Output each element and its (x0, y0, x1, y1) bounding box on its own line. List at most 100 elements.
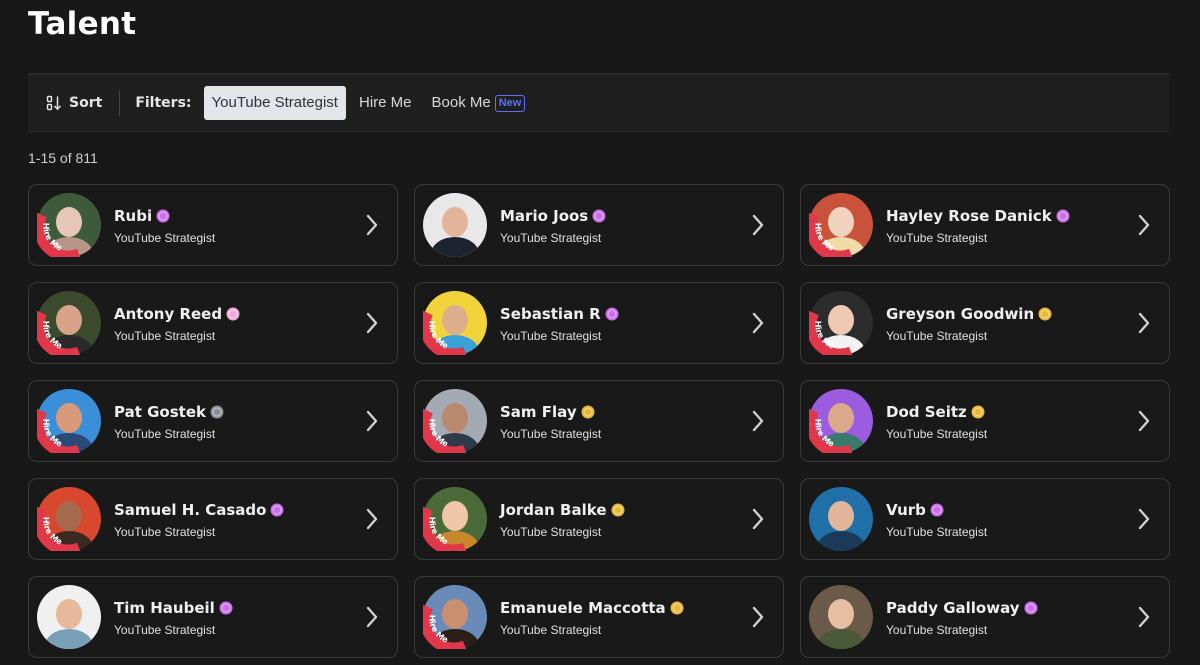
hire-me-ring: Hire Me (423, 506, 467, 551)
talent-role: YouTube Strategist (500, 329, 602, 343)
chevron-right-icon[interactable] (1137, 213, 1151, 237)
chevron-right-icon[interactable] (365, 409, 379, 433)
talent-name: Dod Seitz (886, 403, 967, 421)
sort-label: Sort (69, 95, 103, 111)
talent-card[interactable]: Paddy Galloway YouTube Strategist (800, 576, 1170, 658)
hire-me-ring: Hire Me (423, 310, 467, 355)
chevron-right-icon[interactable] (365, 311, 379, 335)
talent-name: Hayley Rose Danick (886, 207, 1052, 225)
chevron-right-icon[interactable] (365, 213, 379, 237)
hire-me-ring: Hire Me (37, 408, 81, 453)
talent-card[interactable]: Tim Haubeil YouTube Strategist (28, 576, 398, 658)
chevron-right-icon[interactable] (365, 605, 379, 629)
filters-label: Filters: (135, 95, 192, 111)
avatar: Hire Me (37, 389, 101, 453)
chevron-right-icon[interactable] (1137, 507, 1151, 531)
chevron-right-icon[interactable] (751, 605, 765, 629)
hire-me-ring: Hire Me (809, 310, 853, 355)
talent-card[interactable]: Hire Me Greyson Goodwin YouTube Strategi… (800, 282, 1170, 364)
verified-badge-icon (1038, 307, 1052, 321)
talent-name: Jordan Balke (500, 501, 607, 519)
talent-role: YouTube Strategist (886, 623, 988, 637)
talent-name: Mario Joos (500, 207, 589, 225)
chevron-right-icon[interactable] (751, 507, 765, 531)
talent-card[interactable]: Hire Me Jordan Balke YouTube Strategist (414, 478, 784, 560)
talent-role: YouTube Strategist (114, 231, 216, 245)
talent-role: YouTube Strategist (886, 329, 988, 343)
verified-badge-icon (219, 601, 233, 615)
hire-me-ring: Hire Me (423, 604, 467, 649)
avatar (423, 193, 487, 257)
verified-badge-icon (581, 405, 595, 419)
verified-badge-icon (971, 405, 985, 419)
filter-chip-book-me[interactable]: Book Me New (425, 86, 533, 120)
verified-badge-icon (930, 503, 944, 517)
talent-card[interactable]: Hire Me Dod Seitz YouTube Strategist (800, 380, 1170, 462)
talent-card[interactable]: Hire Me Sebastian R YouTube Strategist (414, 282, 784, 364)
verified-badge-icon (611, 503, 624, 517)
filter-chip-hire-me[interactable]: Hire Me (352, 86, 419, 120)
avatar (809, 487, 873, 551)
chevron-right-icon[interactable] (751, 213, 765, 237)
verified-badge-icon (605, 307, 619, 321)
talent-name: Samuel H. Casado (114, 501, 267, 519)
talent-name: Antony Reed (114, 305, 223, 323)
talent-card[interactable]: Hire Me Rubi YouTube Strategist (28, 184, 398, 266)
talent-card[interactable]: Hire Me Emanuele Maccotta YouTube Strate… (414, 576, 784, 658)
talent-card[interactable]: Mario Joos YouTube Strategist (414, 184, 784, 266)
chevron-right-icon[interactable] (1137, 409, 1151, 433)
talent-role: YouTube Strategist (500, 231, 602, 245)
talent-name: Vurb (886, 501, 926, 519)
verified-badge-icon (670, 601, 684, 615)
talent-role: YouTube Strategist (500, 623, 602, 637)
verified-badge-icon (210, 405, 224, 419)
avatar: Hire Me (809, 389, 873, 453)
talent-card[interactable]: Hire Me Pat Gostek YouTube Strategist (28, 380, 398, 462)
avatar: Hire Me (37, 193, 101, 257)
filter-chip-book-me-label: Book Me (431, 94, 491, 111)
talent-card[interactable]: Hire Me Hayley Rose Danick YouTube Strat… (800, 184, 1170, 266)
talent-name: Paddy Galloway (886, 599, 1020, 617)
talent-name: Tim Haubeil (114, 599, 215, 617)
avatar: Hire Me (37, 487, 101, 551)
result-count: 1-15 of 811 (28, 150, 98, 166)
hire-me-ring: Hire Me (37, 310, 81, 355)
talent-role: YouTube Strategist (500, 427, 602, 441)
talent-name: Greyson Goodwin (886, 305, 1035, 323)
avatar: Hire Me (423, 389, 487, 453)
talent-card[interactable]: Hire Me Antony Reed YouTube Strategist (28, 282, 398, 364)
talent-grid: Hire Me Rubi YouTube Strategist Mario Jo… (28, 184, 1170, 658)
toolbar-divider (119, 90, 121, 116)
talent-role: YouTube Strategist (886, 427, 988, 441)
avatar: Hire Me (809, 193, 873, 257)
page-title: Talent (28, 6, 137, 42)
avatar: Hire Me (423, 291, 487, 355)
talent-card[interactable]: Vurb YouTube Strategist (800, 478, 1170, 560)
talent-role: YouTube Strategist (114, 427, 216, 441)
verified-badge-icon (592, 209, 606, 223)
filter-chip-youtube-strategist[interactable]: YouTube Strategist (203, 86, 346, 120)
sort-button[interactable]: Sort (46, 95, 102, 111)
talent-role: YouTube Strategist (114, 623, 216, 637)
chevron-right-icon[interactable] (1137, 311, 1151, 335)
talent-card[interactable]: Hire Me Samuel H. Casado YouTube Strateg… (28, 478, 398, 560)
avatar (809, 585, 873, 649)
chevron-right-icon[interactable] (365, 507, 379, 531)
verified-badge-icon (1024, 601, 1038, 615)
verified-badge-icon (1056, 209, 1070, 223)
hire-me-ring: Hire Me (37, 506, 81, 551)
chevron-right-icon[interactable] (1137, 605, 1151, 629)
talent-name: Sam Flay (500, 403, 577, 421)
talent-role: YouTube Strategist (886, 231, 988, 245)
talent-name: Pat Gostek (114, 403, 206, 421)
chevron-right-icon[interactable] (751, 311, 765, 335)
avatar: Hire Me (423, 585, 487, 649)
talent-role: YouTube Strategist (886, 525, 988, 539)
chevron-right-icon[interactable] (751, 409, 765, 433)
filter-toolbar: Sort Filters: YouTube Strategist Hire Me… (28, 73, 1169, 132)
sort-icon (46, 95, 62, 111)
talent-card[interactable]: Hire Me Sam Flay YouTube Strategist (414, 380, 784, 462)
hire-me-ring: Hire Me (37, 212, 81, 257)
hire-me-ring: Hire Me (809, 408, 853, 453)
avatar: Hire Me (37, 291, 101, 355)
